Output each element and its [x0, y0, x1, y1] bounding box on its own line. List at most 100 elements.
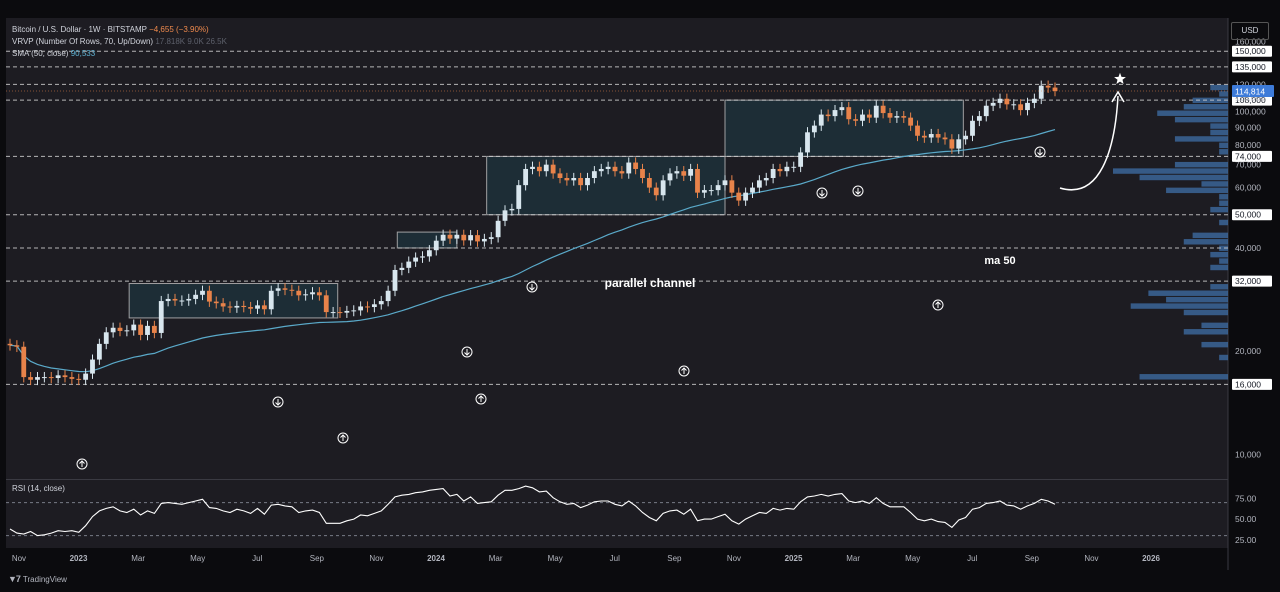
candle-body — [255, 305, 260, 309]
volume-profile-bar — [1192, 232, 1228, 239]
volume-profile-bar — [1210, 284, 1228, 290]
candle-body — [550, 164, 556, 174]
sma-text: SMA (50, close) — [12, 49, 69, 58]
candle-body — [495, 220, 501, 238]
candle-body — [894, 116, 900, 118]
price-tick-label: 40,000 — [1235, 243, 1261, 253]
candle-body — [949, 139, 955, 149]
time-tick-label: Nov — [727, 554, 741, 563]
candle-body — [131, 324, 137, 331]
time-tick-label: 2024 — [427, 554, 445, 563]
time-tick-label: Nov — [1084, 554, 1098, 563]
candle-body — [942, 137, 948, 140]
candle-body — [509, 208, 515, 211]
candle-body — [1031, 98, 1037, 103]
volume-profile-bar — [1219, 354, 1228, 361]
chart[interactable]: parallel channel ma 50 10,000 16,000 20,000 3… — [0, 0, 1280, 592]
channel-box — [396, 231, 458, 249]
legend-sma[interactable]: SMA (50, close) 90,533 — [12, 48, 95, 59]
candle-body — [818, 114, 824, 126]
candle-body — [69, 377, 75, 379]
candle-body — [1052, 87, 1058, 92]
candle-body — [433, 240, 439, 251]
candle-body — [323, 295, 329, 313]
candle-body — [598, 168, 604, 172]
currency-button[interactable]: USD — [1231, 22, 1269, 40]
candle-body — [701, 190, 707, 193]
candle-body — [536, 166, 542, 172]
candle-body — [145, 325, 150, 335]
candle-body — [14, 345, 20, 347]
current-price-label: 114,814 — [1235, 87, 1265, 97]
price-tick-label: 90,000 — [1235, 122, 1261, 132]
rsi-tick-label: 75.00 — [1235, 494, 1257, 504]
candle-body — [825, 114, 831, 117]
volume-profile-bar — [1219, 149, 1228, 155]
candle-body — [653, 187, 659, 196]
tradingview-brand[interactable]: ▼7 TradingView — [8, 574, 67, 584]
candle-body — [633, 162, 639, 169]
candle-body — [488, 237, 494, 239]
legend-vrvp[interactable]: VRVP (Number Of Rows, 70, Up/Down) 17.81… — [12, 36, 227, 47]
price-tick-label: 74,000 — [1235, 151, 1261, 161]
candle-body — [660, 180, 666, 196]
volume-profile-bar — [1210, 264, 1228, 271]
candle-body — [516, 185, 522, 209]
time-tick-label: Nov — [12, 554, 26, 563]
candle-body — [227, 306, 233, 308]
candle-body — [591, 171, 597, 179]
candle — [158, 295, 164, 339]
volume-profile-bar — [1113, 168, 1228, 174]
candle-body — [791, 166, 797, 168]
candle-body — [928, 134, 934, 138]
candle-body — [481, 238, 487, 242]
candle-body — [990, 102, 996, 106]
ma50-label: ma 50 — [984, 255, 1015, 267]
candle-body — [777, 168, 783, 172]
candle-body — [564, 178, 570, 181]
candle-body — [605, 166, 611, 169]
price-tick-label: 16,000 — [1235, 379, 1261, 389]
candle-body — [420, 256, 425, 258]
candle-body — [846, 107, 852, 120]
legend-symbol[interactable]: Bitcoin / U.S. Dollar · 1W · BITSTAMP −4… — [12, 24, 209, 35]
volume-profile-bar — [1183, 104, 1228, 110]
time-tick-label: Mar — [131, 554, 145, 563]
vrvp-values: 17.818K 9.0K 26.5K — [155, 37, 227, 46]
rsi-tick-label: 25.00 — [1235, 535, 1257, 545]
volume-profile-bar — [1174, 136, 1228, 142]
rsi-tick-label: 50.00 — [1235, 514, 1257, 524]
volume-profile-bar — [1210, 251, 1228, 258]
time-tick-label: Jul — [252, 554, 262, 563]
volume-profile-bar — [1174, 116, 1228, 123]
candle-body — [722, 180, 728, 186]
candle-body — [461, 234, 467, 241]
candle-body — [915, 125, 920, 136]
candle-body — [406, 261, 412, 268]
channel-box — [486, 155, 726, 216]
candle-body — [811, 125, 817, 133]
candle-body — [612, 166, 618, 172]
candle-body — [447, 234, 453, 239]
candle-body — [28, 377, 34, 380]
candle-body — [200, 290, 205, 295]
candle-body — [234, 305, 240, 308]
candle-body — [385, 290, 391, 302]
symbol-text: Bitcoin / U.S. Dollar · 1W · BITSTAMP — [12, 25, 147, 34]
volume-profile-bar — [1183, 309, 1228, 316]
price-tick-label: 50,000 — [1235, 210, 1261, 220]
candle-body — [186, 298, 192, 301]
volume-profile-bar — [1201, 322, 1228, 329]
candle-body — [901, 116, 907, 118]
candle-body — [282, 288, 288, 290]
time-tick-label: 2023 — [70, 554, 88, 563]
tradingview-logo-icon: ▼7 — [8, 574, 21, 584]
volume-profile-bar — [1157, 110, 1228, 116]
candle-body — [124, 330, 130, 332]
candle-body — [750, 187, 755, 193]
candle-body — [275, 288, 281, 291]
candle-body — [268, 290, 274, 310]
candle-body — [736, 192, 742, 201]
candle-body — [543, 164, 549, 172]
rsi-label[interactable]: RSI (14, close) — [12, 484, 65, 493]
